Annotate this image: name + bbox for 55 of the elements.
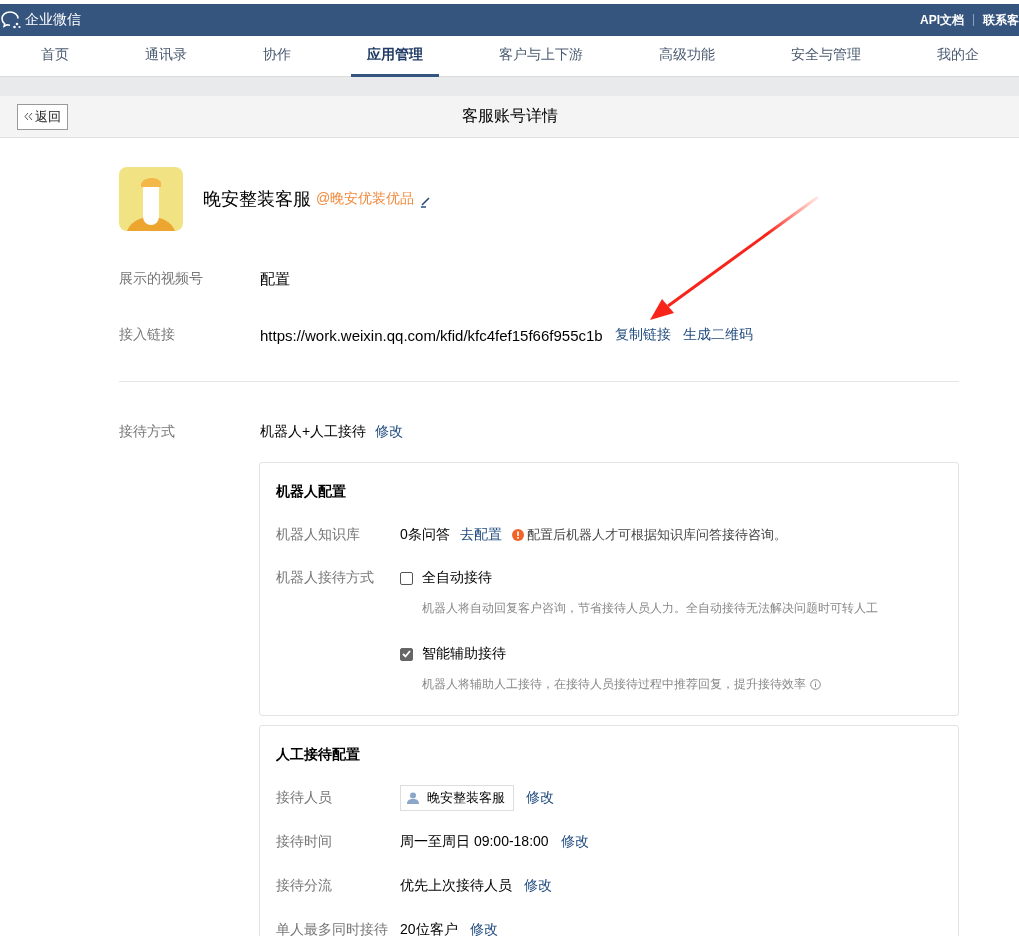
- field-label: 接待时间: [276, 833, 333, 851]
- warning-icon: [511, 529, 524, 541]
- option-description: 机器人将辅助人工接待，在接待人员接待过程中推荐回复，提升接待效率: [422, 676, 806, 693]
- field-label: 接待人员: [276, 789, 333, 807]
- nav-tab[interactable]: 高级功能: [643, 36, 731, 77]
- field-label: 接待分流: [276, 877, 333, 895]
- pencil-icon[interactable]: [420, 196, 433, 208]
- configure-link[interactable]: 去配置: [459, 526, 502, 544]
- brand-name: 企业微信: [25, 11, 81, 29]
- field-label: 展示的视频号: [119, 270, 204, 288]
- nav-tab[interactable]: 我的企: [921, 36, 995, 77]
- account-name: 晚安整装客服: [203, 188, 311, 211]
- info-icon[interactable]: [810, 679, 821, 690]
- back-button[interactable]: 返回: [17, 103, 68, 130]
- nav-tab[interactable]: 协作: [247, 36, 307, 77]
- checkbox[interactable]: [400, 647, 413, 661]
- field-label: 机器人知识库: [276, 526, 361, 544]
- warning-text: 配置后机器人才可根据知识库问答接待咨询。: [526, 526, 787, 544]
- nav-tab[interactable]: 客户与上下游: [483, 36, 599, 77]
- corp-name: @晚安优装优品: [316, 190, 415, 208]
- field-label: 单人最多同时接待: [276, 921, 389, 936]
- edit-link[interactable]: 修改: [469, 921, 498, 936]
- double-chevron-left-icon: [24, 112, 33, 121]
- nav-tab[interactable]: 首页: [25, 36, 85, 77]
- checkbox[interactable]: [400, 571, 413, 585]
- field-value: 机器人+人工接待: [260, 423, 367, 441]
- edit-link[interactable]: 修改: [560, 833, 589, 851]
- field-label: 接待方式: [119, 423, 176, 441]
- nav-tab[interactable]: 安全与管理: [775, 36, 877, 77]
- card-title: 机器人配置: [276, 483, 347, 501]
- option-label: 全自动接待: [422, 569, 492, 587]
- action-link[interactable]: 生成二维码: [682, 326, 753, 344]
- top-link[interactable]: API文档: [920, 11, 964, 29]
- card-title: 人工接待配置: [276, 746, 361, 764]
- field-label: 接入链接: [119, 326, 176, 344]
- field-label: 机器人接待方式: [276, 569, 375, 587]
- edit-link[interactable]: 修改: [526, 789, 554, 807]
- field-value: 20位客户: [400, 921, 458, 936]
- field-value: 优先上次接待人员: [400, 877, 512, 895]
- avatar-silhouette-icon: [119, 167, 183, 231]
- chat-bubbles-logo-icon: [0, 10, 22, 30]
- person-icon: [407, 792, 419, 804]
- option-label: 智能辅助接待: [422, 645, 506, 663]
- edit-link[interactable]: 修改: [524, 877, 552, 895]
- field-value: 周一至周日 09:00-18:00: [400, 833, 549, 851]
- option-description: 机器人将自动回复客户咨询，节省接待人员人力。全自动接待无法解决问题时可转人工: [422, 600, 878, 617]
- person-name: 晚安整装客服: [427, 789, 505, 807]
- edit-link[interactable]: 修改: [375, 423, 404, 441]
- top-link[interactable]: 联系客: [983, 11, 1019, 29]
- link-url: https://work.weixin.qq.com/kfid/kfc4fef15f66f955c1b: [260, 326, 603, 344]
- nav-tab[interactable]: 通讯录: [129, 36, 203, 77]
- field-value: 配置: [260, 269, 290, 289]
- page-title: 客服账号详情: [461, 106, 558, 126]
- field-value: 0条问答: [400, 526, 450, 544]
- action-link[interactable]: 复制链接: [614, 326, 671, 344]
